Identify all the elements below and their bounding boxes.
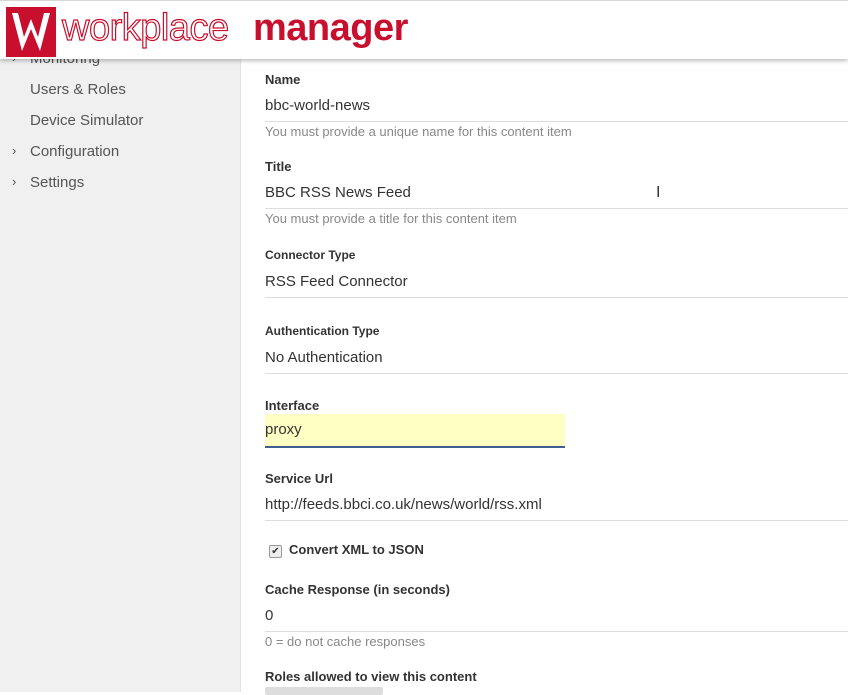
service-url-underline (265, 520, 848, 521)
sidebar-item-device-simulator[interactable]: Device Simulator (30, 112, 143, 129)
interface-label: Interface (265, 398, 320, 413)
logo-mark-icon (6, 7, 56, 57)
sidebar: › Monitoring Users & Roles Device Simula… (0, 0, 241, 692)
sidebar-item-users-roles[interactable]: Users & Roles (30, 81, 126, 98)
name-label: Name (265, 72, 301, 87)
convert-xml-label: Convert XML to JSON (289, 542, 424, 557)
service-url-label: Service Url (265, 471, 333, 486)
auth-type-underline (265, 373, 848, 374)
title-label: Title (265, 159, 292, 174)
brand-name-bold: manager (253, 7, 408, 49)
cache-underline (265, 631, 848, 632)
convert-xml-checkbox[interactable]: ✔ (269, 545, 282, 558)
cache-field[interactable]: 0 (265, 607, 273, 624)
interface-value: proxy (265, 421, 302, 438)
sidebar-item-settings[interactable]: › Settings (12, 174, 85, 191)
chevron-right-icon: › (12, 143, 17, 158)
title-field-underline (265, 208, 848, 209)
name-field[interactable]: bbc-world-news (265, 97, 370, 114)
sidebar-item-label: Users & Roles (30, 81, 126, 98)
brand-name-light: workplace (61, 6, 229, 49)
auth-type-select[interactable]: No Authentication (265, 349, 383, 366)
title-field[interactable]: BBC RSS News Feed (265, 184, 411, 201)
name-hint: You must provide a unique name for this … (265, 124, 572, 139)
sidebar-item-configuration[interactable]: › Configuration (12, 143, 120, 160)
name-field-underline (265, 121, 848, 122)
service-url-field[interactable]: http://feeds.bbci.co.uk/news/world/rss.x… (265, 496, 542, 513)
roles-label: Roles allowed to view this content (265, 669, 477, 684)
connector-type-label: Connector Type (265, 248, 356, 262)
chevron-right-icon: › (12, 174, 17, 189)
cache-label: Cache Response (in seconds) (265, 582, 450, 597)
connector-type-underline (265, 297, 848, 298)
roles-select[interactable] (265, 687, 383, 695)
text-cursor-icon: I (656, 184, 661, 201)
connector-type-select[interactable]: RSS Feed Connector (265, 273, 408, 290)
interface-field[interactable]: proxy (265, 414, 565, 448)
content-form: Name bbc-world-news You must provide a u… (241, 58, 848, 695)
sidebar-item-label: Settings (30, 174, 85, 191)
sidebar-item-label: Configuration (30, 143, 120, 160)
auth-type-label: Authentication Type (265, 324, 380, 338)
cache-hint: 0 = do not cache responses (265, 634, 426, 649)
title-hint: You must provide a title for this conten… (265, 211, 517, 226)
app-header: workplace manager (0, 0, 848, 59)
sidebar-item-label: Device Simulator (30, 112, 144, 129)
